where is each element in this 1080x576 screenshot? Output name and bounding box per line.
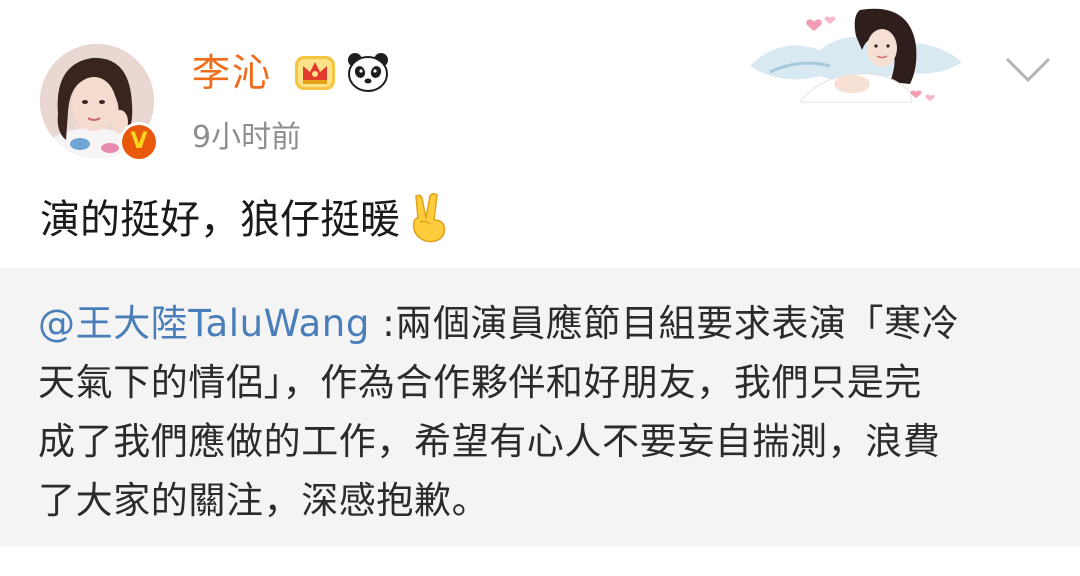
repost-line-1-text: :兩個演員應節目組要求表演「寒冷: [369, 302, 960, 345]
verified-badge: V: [119, 122, 159, 162]
post-body: 演的挺好，狼仔挺暖: [40, 192, 452, 248]
author-name[interactable]: 李沁: [192, 48, 272, 98]
repost-line-3: 成了我們應做的工作，希望有心人不要妄自揣測，浪費: [38, 420, 941, 463]
repost-text: @王大陸TaluWang :兩個演員應節目組要求表演「寒冷 天氣下的情侶」，作為…: [38, 294, 1048, 530]
weibo-post-card: V 李沁 9小时前 演的挺好，狼仔挺暖 @王大陸TaluWang:兩個演員應節…: [0, 0, 1080, 576]
post-text: 演的挺好，狼仔挺暖: [40, 197, 400, 243]
crown-icon[interactable]: [293, 50, 337, 92]
mention-link[interactable]: @王大陸TaluWang: [38, 302, 370, 345]
post-timestamp: 9小时前: [192, 120, 302, 155]
repost-line-1: @王大陸TaluWang :兩個演員應節目組要求表演「寒冷: [38, 294, 1048, 353]
chevron-down-icon[interactable]: [1000, 50, 1056, 90]
repost-line-4: 了大家的關注，深感抱歉。: [38, 479, 490, 522]
panda-icon[interactable]: [346, 51, 390, 93]
verified-v-icon: V: [122, 125, 156, 159]
repost-line-2: 天氣下的情侶」，作為合作夥伴和好朋友，我們只是完: [38, 361, 922, 404]
decorative-banner-image: [750, 8, 962, 103]
victory-hand-icon: [412, 192, 446, 243]
